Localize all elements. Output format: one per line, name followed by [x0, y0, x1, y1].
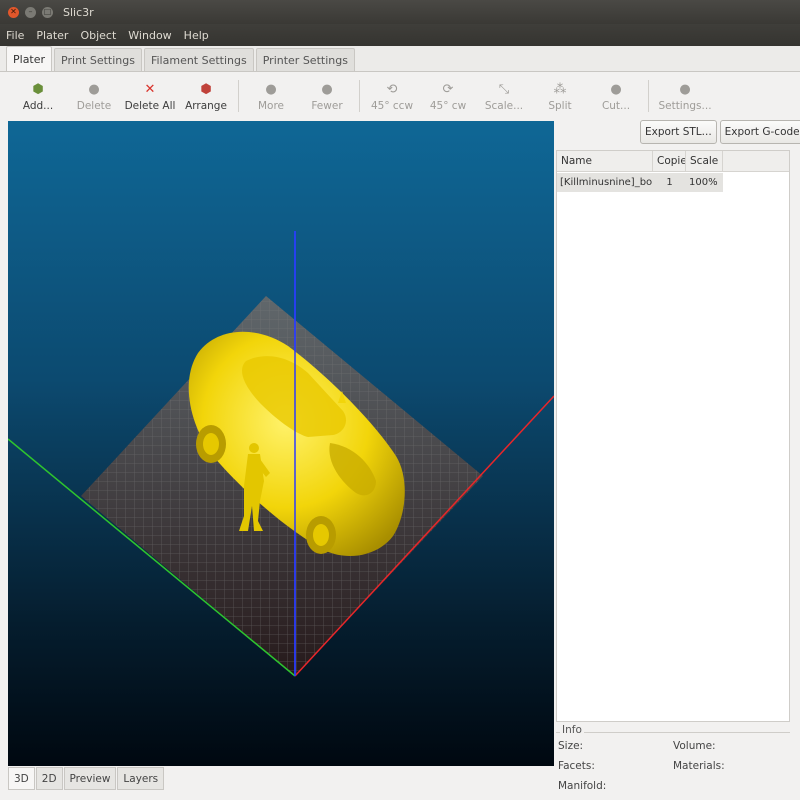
object-copies: 1	[666, 177, 673, 188]
title-bar: ✕ – □ Slic3r	[0, 0, 800, 24]
rotate-cw-icon: ⟳	[442, 81, 454, 97]
split-button[interactable]: ⁂ Split	[532, 80, 588, 113]
settings-icon: ●	[679, 81, 691, 97]
cut-icon: ●	[610, 81, 622, 97]
3d-viewport[interactable]	[8, 121, 554, 766]
view-tab-3d[interactable]: 3D	[8, 767, 35, 790]
arrange-button[interactable]: ⬢ Arrange	[178, 80, 234, 113]
info-volume-label: Volume:	[673, 740, 716, 752]
export-gcode-button[interactable]: Export G-code...	[719, 120, 800, 144]
info-materials-label: Materials:	[673, 760, 725, 772]
table-row[interactable]: [Killminusnine]_bo... 1 100%	[557, 173, 723, 192]
maximize-window-button[interactable]: □	[42, 6, 53, 18]
rotate-cw-button[interactable]: ⟳ 45° cw	[420, 80, 476, 113]
delete-all-icon: ✕	[144, 81, 156, 97]
add-icon: ⬢	[32, 81, 44, 97]
delete-all-button[interactable]: ✕ Delete All	[122, 80, 178, 113]
view-tab-preview[interactable]: Preview	[63, 767, 117, 790]
tab-filament-settings[interactable]: Filament Settings	[143, 48, 254, 71]
fewer-icon: ●	[321, 81, 333, 97]
info-title: Info	[560, 724, 584, 736]
3d-scene	[8, 231, 554, 677]
menu-help[interactable]: Help	[184, 29, 209, 42]
info-facets-label: Facets:	[558, 760, 595, 772]
column-copies[interactable]: Copies	[653, 151, 686, 171]
info-panel: Info Size: Volume: Facets: Materials: Ma…	[556, 724, 790, 796]
cut-button[interactable]: ● Cut...	[588, 80, 644, 113]
rotate-ccw-icon: ⟲	[386, 81, 398, 97]
view-tab-2d[interactable]: 2D	[35, 767, 63, 790]
column-scale[interactable]: Scale	[686, 151, 723, 171]
settings-button[interactable]: ● Settings...	[653, 80, 717, 113]
delete-icon: ●	[88, 81, 100, 97]
window-title: Slic3r	[63, 5, 94, 19]
export-stl-button[interactable]: Export STL...	[640, 120, 717, 144]
object-list-header: Name Copies Scale	[557, 151, 789, 172]
object-list: Name Copies Scale [Killminusnine]_bo... …	[556, 150, 790, 722]
more-button[interactable]: ● More	[243, 80, 299, 113]
plater-toolbar: ⬢ Add... ● Delete ✕ Delete All ⬢ Arrange…	[0, 72, 800, 120]
view-tabs: 3D 2D Preview Layers	[8, 767, 165, 791]
export-buttons: Export STL... Export G-code...	[640, 120, 800, 144]
fewer-button[interactable]: ● Fewer	[299, 80, 355, 113]
main-tabs: Plater Print Settings Filament Settings …	[0, 46, 800, 72]
tab-plater[interactable]: Plater	[6, 46, 53, 71]
info-size-label: Size:	[558, 740, 584, 752]
object-scale: 100%	[689, 177, 718, 188]
menu-bar: File Plater Object Window Help	[0, 24, 800, 46]
minimize-window-button[interactable]: –	[25, 6, 36, 18]
toolbar-separator	[238, 80, 239, 112]
close-window-button[interactable]: ✕	[8, 6, 19, 18]
menu-plater[interactable]: Plater	[36, 29, 68, 42]
tab-print-settings[interactable]: Print Settings	[54, 48, 142, 71]
view-tab-layers[interactable]: Layers	[117, 767, 165, 790]
menu-object[interactable]: Object	[80, 29, 116, 42]
info-manifold-label: Manifold:	[558, 780, 607, 792]
toolbar-separator	[359, 80, 360, 112]
toolbar-separator	[648, 80, 649, 112]
column-name[interactable]: Name	[557, 151, 653, 171]
more-icon: ●	[265, 81, 277, 97]
arrange-icon: ⬢	[200, 81, 212, 97]
menu-window[interactable]: Window	[128, 29, 171, 42]
rotate-ccw-button[interactable]: ⟲ 45° ccw	[364, 80, 420, 113]
split-icon: ⁂	[553, 81, 567, 97]
tab-printer-settings[interactable]: Printer Settings	[255, 48, 355, 71]
menu-file[interactable]: File	[6, 29, 24, 42]
delete-button[interactable]: ● Delete	[66, 80, 122, 113]
scale-icon: ⤡	[498, 81, 510, 97]
add-button[interactable]: ⬢ Add...	[10, 80, 66, 113]
object-name: [Killminusnine]_bo...	[560, 177, 653, 188]
scale-button[interactable]: ⤡ Scale...	[476, 80, 532, 113]
